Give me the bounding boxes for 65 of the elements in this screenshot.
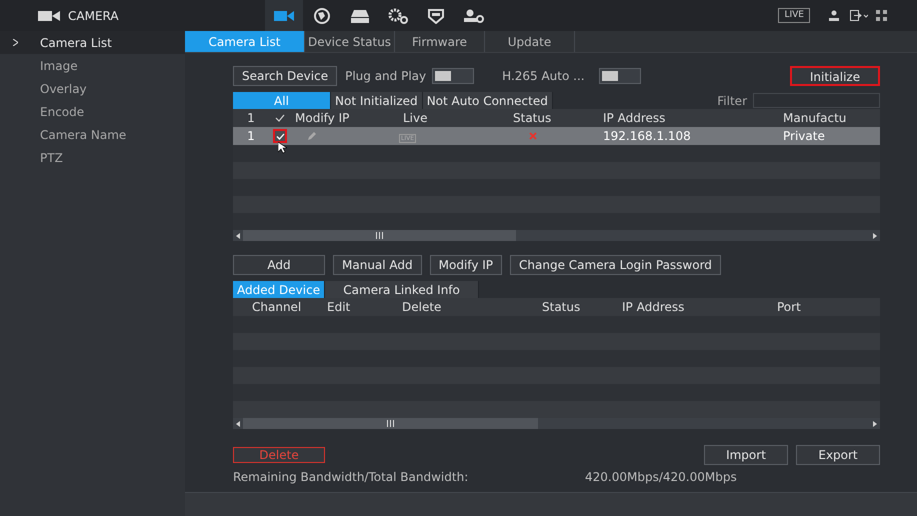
shield-icon[interactable] [428,8,444,24]
grip-icon [376,232,384,239]
section-title: CAMERA [68,8,119,24]
table-cell-text: 1 [246,128,256,145]
h265-auto-label: H.265 Auto ... [502,68,585,85]
action-button[interactable]: Change Camera Login Password [510,255,721,275]
checkmark-icon [276,132,284,140]
table-header-cell-text: IP Address [621,299,686,316]
table-header-cell-text: Manufactu [782,110,848,127]
sidebar-item[interactable]: Image [0,54,185,77]
video-camera-icon [38,10,60,22]
table-header-cell-text: Channel [251,299,302,316]
toggle-switch[interactable] [598,68,641,84]
gears-icon[interactable] [387,8,409,24]
import-button[interactable]: Import [704,445,788,465]
action-button[interactable]: Modify IP [430,255,502,275]
initialize-button[interactable]: Initialize [790,66,880,86]
sidebar-item[interactable]: Camera Name [0,123,185,146]
row-checkbox[interactable] [273,129,287,143]
tab[interactable]: Firmware [395,31,485,52]
select-all-checkbox[interactable] [275,114,285,122]
logout-icon[interactable] [850,10,868,21]
filter-tab[interactable]: Not Auto Connected [422,92,553,109]
chevron-right-icon [12,39,18,46]
sidebar-item[interactable]: PTZ [0,146,185,169]
qr-code-icon[interactable] [876,10,887,21]
video-camera-icon[interactable] [274,10,294,22]
mouse-pointer-icon [278,142,287,154]
filter-label: Filter [717,92,747,110]
user-icon[interactable] [828,10,840,21]
filter-field[interactable] [753,93,880,108]
sidebar-item[interactable]: Camera List [0,31,185,54]
table-header-cell-text: 1 [246,110,256,127]
horizontal-scrollbar[interactable] [233,230,880,241]
bandwidth-label: Remaining Bandwidth/Total Bandwidth: [233,469,470,486]
toggle-switch[interactable] [432,68,474,84]
table-header-cell-text: Status [541,299,582,316]
sidebar-item[interactable]: Encode [0,100,185,123]
export-button[interactable]: Export [796,445,880,465]
plug-and-play-label: Plug and Play [345,68,426,85]
table-header-cell-text: Edit [326,299,352,316]
table-cell-text: Private [782,128,826,145]
table-header-cell-text: Port [776,299,802,316]
user-gear-icon[interactable] [464,8,484,22]
horizontal-scrollbar[interactable] [233,418,880,429]
action-button[interactable]: Manual Add [333,255,422,275]
table-cell-text: 192.168.1.108 [602,128,692,145]
search-device-button[interactable]: Search Device [233,66,338,86]
table-header-cell-text: Delete [401,299,442,316]
list-tab[interactable]: Camera Linked Info [325,281,480,298]
table-header-cell-text: Modify IP [294,110,350,127]
filter-tab[interactable]: Not Initialized [331,92,423,109]
tab[interactable]: Device Status [305,31,395,52]
globe-icon[interactable] [314,8,330,24]
bandwidth-value: 420.00Mbps/420.00Mbps [585,469,737,486]
live-button[interactable]: LIVE [778,8,810,23]
hard-drive-icon[interactable] [351,8,369,22]
error-cross-icon [529,132,537,140]
tab[interactable]: Update [485,31,575,52]
action-button[interactable]: Add [233,255,325,275]
sidebar-item[interactable]: Overlay [0,77,185,100]
grip-icon [386,420,394,427]
table-header-cell-text: Status [512,110,552,127]
table-header-cell-text: IP Address [602,110,666,127]
table-header-cell-text: Live [402,110,429,127]
